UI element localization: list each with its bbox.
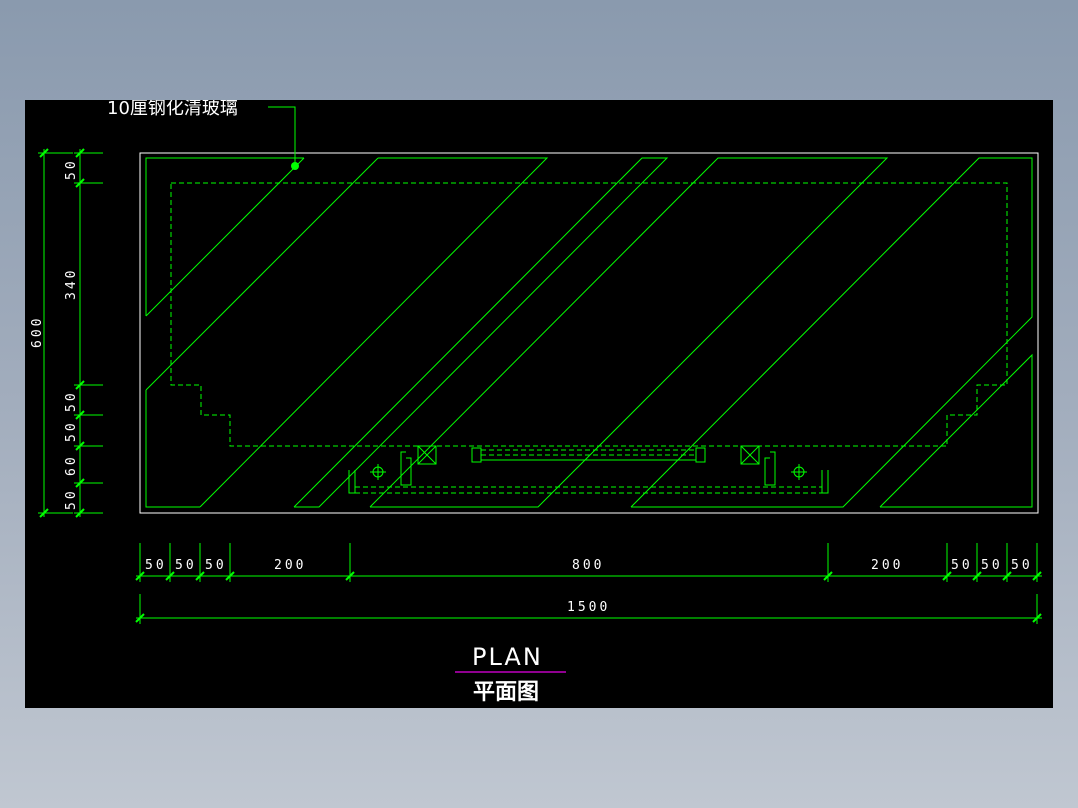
lock-symbol-left bbox=[370, 464, 386, 480]
dim-v-5: 60 bbox=[64, 454, 79, 476]
dim-h-9: 50 bbox=[1011, 558, 1033, 573]
callout-dot[interactable] bbox=[291, 162, 299, 170]
dim-overall-width: 1500 bbox=[567, 600, 610, 615]
hinge-right bbox=[740, 445, 776, 486]
bottom-rail bbox=[348, 470, 829, 494]
dim-h-4: 200 bbox=[274, 558, 306, 573]
left-bottom-edge bbox=[145, 390, 200, 508]
dim-v-2: 340 bbox=[64, 268, 79, 300]
callout-label: 10厘钢化清玻璃 bbox=[107, 100, 238, 119]
callout-leader bbox=[268, 106, 296, 166]
dim-v-4: 50 bbox=[64, 420, 79, 442]
dim-h-7: 50 bbox=[951, 558, 973, 573]
dim-v-1: 50 bbox=[64, 158, 79, 180]
dim-h-2: 50 bbox=[175, 558, 197, 573]
plan-title: PLAN bbox=[472, 643, 543, 671]
glass-panel-outline bbox=[139, 152, 1039, 514]
dim-v-3: 50 bbox=[64, 390, 79, 412]
plan-subtitle: 平面图 bbox=[473, 680, 539, 705]
dim-h-1: 50 bbox=[145, 558, 167, 573]
dim-overall-height: 600 bbox=[30, 316, 45, 348]
plan-drawing: 10厘钢化清玻璃 50 50 50 200 800 200 50 50 50 1… bbox=[30, 100, 1042, 705]
cad-canvas[interactable]: 10厘钢化清玻璃 50 50 50 200 800 200 50 50 50 1… bbox=[25, 100, 1053, 708]
dim-h-8: 50 bbox=[981, 558, 1003, 573]
lock-symbol-right bbox=[791, 464, 807, 480]
handle-bar bbox=[471, 447, 706, 463]
dim-v-6: 50 bbox=[64, 488, 79, 510]
dashed-inner-outline[interactable] bbox=[170, 182, 1008, 447]
hinge-left bbox=[400, 445, 437, 486]
dim-h-3: 50 bbox=[205, 558, 227, 573]
dim-h-5: 800 bbox=[572, 558, 604, 573]
dim-h-6: 200 bbox=[871, 558, 903, 573]
